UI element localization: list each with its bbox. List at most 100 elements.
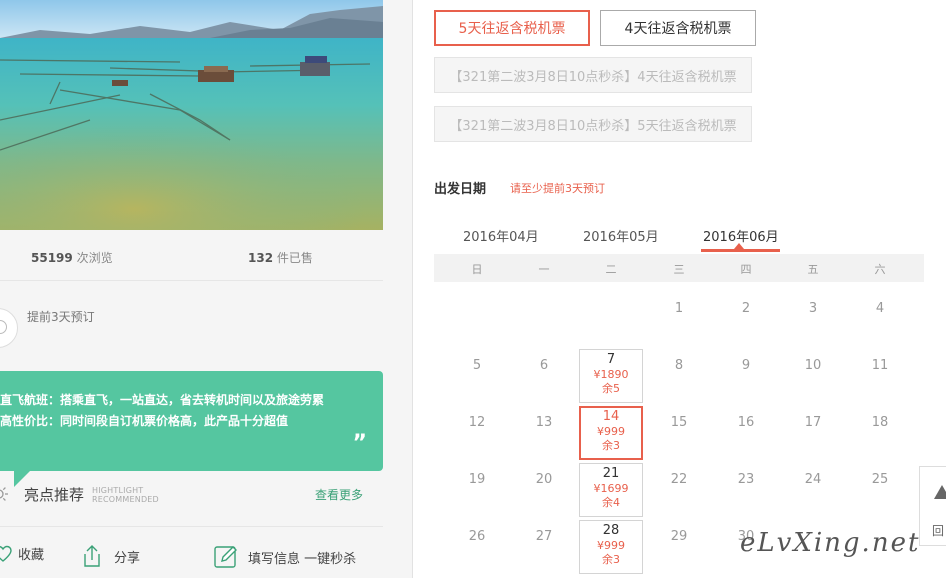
day-price: ¥999 [597,425,625,438]
day-number: 20 [535,472,553,487]
month-tab-may[interactable]: 2016年05月 [583,226,659,245]
calendar-day: 1 [647,292,711,346]
calendar-day: 5 [445,349,509,403]
weekday: 六 [874,263,886,276]
weekday-header: 日 一 二 三 四 五 六 [434,254,924,282]
day-remaining: 余4 [602,496,620,509]
day-number: 4 [875,301,885,316]
view-count: 55199 次浏览 [31,251,113,265]
calendar-day: 11 [848,349,912,403]
back-to-top-button[interactable]: 回 [919,466,946,546]
day-number: 6 [539,358,549,373]
day-number: 24 [804,472,822,487]
calendar-day: 10 [781,349,845,403]
day-number: 14 [602,409,620,424]
advance-booking-text: 提前3天预订 [27,310,95,324]
day-number: 27 [535,529,553,544]
day-number: 17 [804,415,822,430]
calendar-day-available[interactable]: 21 ¥1699 余4 [579,463,643,517]
month-tab-april[interactable]: 2016年04月 [463,226,539,245]
divider [0,526,383,527]
calendar-day: 17 [781,406,845,460]
calendar-day: 26 [445,520,509,574]
sun-icon [0,487,8,501]
favorite-button[interactable]: 收藏 [0,544,44,563]
day-remaining: 余3 [602,439,620,452]
product-option-4day[interactable]: 4天往返含税机票 [600,10,756,46]
watermark: eLvXing.net [740,528,921,558]
clock-icon [0,308,18,348]
calendar-day: 4 [848,292,912,346]
day-number: 16 [737,415,755,430]
heart-icon [0,545,12,562]
highlight-item: 高性价比：同时间段自订机票价格高，此产品十分超值 [0,414,289,428]
product-option-flash-5day: 【321第二波3月8日10点秒杀】5天往返含税机票 [434,106,752,142]
day-number: 18 [871,415,889,430]
day-number: 9 [741,358,751,373]
calendar-day: 9 [714,349,778,403]
calendar-day: 19 [445,463,509,517]
weekday: 五 [807,263,819,276]
advance-booking-info: 提前3天预订 [0,300,383,352]
product-option-5day[interactable]: 5天往返含税机票 [434,10,590,46]
calendar-day: 29 [647,520,711,574]
highlight-item: 直飞航班：搭乘直飞，一站直达，省去转机时间以及旅途劳累 [0,393,325,407]
share-button[interactable]: 分享 [80,544,140,568]
day-number: 10 [804,358,822,373]
day-number: 29 [670,529,688,544]
weekday: 日 [471,263,483,276]
quote-mark-icon: ” [352,431,367,456]
calendar-day: 3 [781,292,845,346]
product-photo [0,0,383,230]
highlights-box: 直飞航班：搭乘直飞，一站直达，省去转机时间以及旅途劳累 高性价比：同时间段自订机… [0,371,383,471]
day-number: 3 [808,301,818,316]
calendar-day: 23 [714,463,778,517]
arrow-up-icon [934,485,946,499]
calendar-day: 22 [647,463,711,517]
product-detail-panel: 55199 次浏览 132 件已售 提前3天预订 直飞航班：搭乘直飞，一站直达，… [0,0,412,578]
flash-sale-button[interactable]: 填写信息 一键秒杀 [213,544,356,570]
share-icon [84,545,100,567]
departure-date-note: 请至少提前3天预订 [510,182,605,195]
day-number: 25 [871,472,889,487]
day-number: 5 [472,358,482,373]
weekday: 一 [538,263,550,276]
day-remaining: 余5 [602,382,620,395]
product-stats: 55199 次浏览 132 件已售 [0,240,383,280]
day-number: 13 [535,415,553,430]
day-number: 22 [670,472,688,487]
calendar-day-available[interactable]: 28 ¥999 余3 [579,520,643,574]
calendar-day-available[interactable]: 14 ¥999 余3 [579,406,643,460]
booking-panel: 5天往返含税机票 4天往返含税机票 【321第二波3月8日10点秒杀】4天往返含… [412,0,946,578]
calendar-day: 24 [781,463,845,517]
calendar-day: 18 [848,406,912,460]
day-number: 1 [674,301,684,316]
calendar-day: 27 [512,520,576,574]
highlights-title-en: HIGHTLIGHT RECOMMENDED [92,486,159,504]
divider [0,280,383,281]
day-price: ¥1890 [593,368,629,381]
day-number: 23 [737,472,755,487]
action-bar: 收藏 分享 填写信息 一键秒杀 [0,540,383,578]
sold-count: 132 件已售 [248,251,313,265]
share-label: 分享 [114,550,141,566]
calendar-day: 13 [512,406,576,460]
weekday: 二 [605,263,617,276]
weekday: 三 [673,263,685,276]
calendar-day: 12 [445,406,509,460]
day-price: ¥999 [597,539,625,552]
day-number: 8 [674,358,684,373]
active-month-underline [701,249,780,252]
calendar-day: 2 [714,292,778,346]
day-number: 21 [602,466,620,481]
day-number: 11 [871,358,889,373]
view-more-link[interactable]: 查看更多 [315,486,363,503]
calendar-day-available[interactable]: 7 ¥1890 余5 [579,349,643,403]
calendar-day: 20 [512,463,576,517]
day-number: 2 [741,301,751,316]
calendar-day: 25 [848,463,912,517]
edit-icon [214,546,237,568]
day-remaining: 余3 [602,553,620,566]
day-price: ¥1699 [593,482,629,495]
product-option-flash-4day: 【321第二波3月8日10点秒杀】4天往返含税机票 [434,57,752,93]
